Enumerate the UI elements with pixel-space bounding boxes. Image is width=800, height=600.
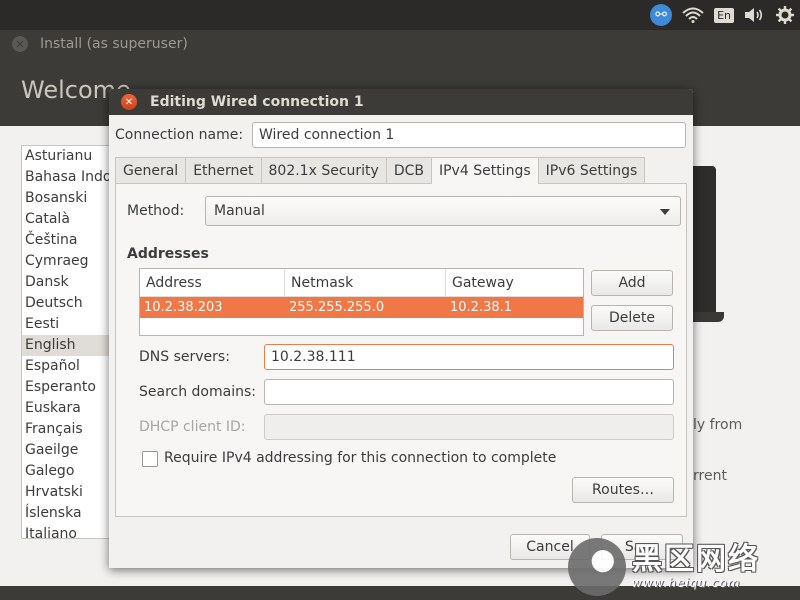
background-text-2: rrent — [693, 468, 727, 484]
volume-icon — [745, 8, 763, 22]
keyboard-layout-label: En — [714, 7, 734, 23]
language-item[interactable]: Dansk — [22, 272, 110, 293]
connection-name-input[interactable] — [252, 122, 686, 148]
search-domains-input[interactable] — [264, 379, 674, 405]
language-item[interactable]: Esperanto — [22, 377, 110, 398]
row-netmask[interactable]: 255.255.255.0 — [285, 297, 446, 318]
language-item[interactable]: English — [22, 335, 110, 356]
dhcp-client-id-input[interactable] — [264, 414, 674, 440]
tab-802-1x-security[interactable]: 802.1x Security — [260, 157, 387, 183]
accessibility-indicator[interactable]: ⚯ — [650, 0, 673, 30]
dhcp-client-id-label: DHCP client ID: — [139, 419, 246, 435]
watermark-text: 黑区网络 www.heiqu.com — [632, 542, 760, 591]
language-item[interactable]: Català — [22, 209, 110, 230]
edit-connection-dialog: ✕ Editing Wired connection 1 Connection … — [109, 89, 693, 568]
watermark-logo — [568, 538, 626, 596]
close-icon[interactable]: ✕ — [121, 94, 137, 110]
background-text-1: ly from — [693, 417, 743, 433]
language-item[interactable]: Cymraeg — [22, 251, 110, 272]
language-item[interactable]: Asturianu — [22, 146, 110, 167]
method-label: Method: — [127, 203, 185, 219]
addresses-table[interactable]: Address Netmask Gateway 10.2.38.203 255.… — [139, 268, 584, 336]
language-item[interactable]: Deutsch — [22, 293, 110, 314]
language-item[interactable]: Español — [22, 356, 110, 377]
system-menu-indicator[interactable] — [776, 0, 794, 30]
watermark-url: www.heiqu.com — [632, 576, 741, 590]
column-header-gateway[interactable]: Gateway — [446, 269, 583, 297]
table-row[interactable]: 10.2.38.203 255.255.255.0 10.2.38.1 — [140, 297, 583, 318]
tab-general[interactable]: General — [115, 157, 187, 183]
addresses-heading: Addresses — [127, 246, 209, 262]
laptop-illustration — [690, 166, 716, 316]
dialog-titlebar: ✕ Editing Wired connection 1 — [109, 89, 693, 115]
routes-button[interactable]: Routes… — [572, 477, 674, 503]
installer-titlebar: ✕ Install (as superuser) — [0, 30, 800, 58]
language-item[interactable]: Euskara — [22, 398, 110, 419]
top-panel: ⚯ En — [0, 0, 800, 30]
language-item[interactable]: Hrvatski — [22, 482, 110, 503]
dialog-title: Editing Wired connection 1 — [150, 94, 364, 110]
watermark: 黑区网络 www.heiqu.com — [568, 534, 800, 600]
row-address[interactable]: 10.2.38.203 — [140, 297, 285, 318]
search-domains-label: Search domains: — [139, 384, 256, 400]
method-dropdown[interactable]: Manual — [205, 196, 681, 226]
language-item[interactable]: Bahasa Indo — [22, 167, 110, 188]
ipv4-settings-panel: Method: Manual Addresses Address Netmask… — [115, 183, 687, 517]
language-item[interactable]: Français — [22, 419, 110, 440]
method-value: Manual — [214, 203, 265, 219]
tab-bar: General Ethernet 802.1x Security DCB IPv4 Se… — [115, 157, 646, 184]
wifi-icon — [682, 7, 704, 23]
tab-dcb[interactable]: DCB — [385, 157, 432, 183]
tab-ipv4-settings[interactable]: IPv4 Settings — [430, 157, 539, 184]
language-item[interactable]: Čeština — [22, 230, 110, 251]
language-item[interactable]: Gaeilge — [22, 440, 110, 461]
volume-indicator[interactable] — [744, 0, 766, 30]
require-ipv4-label[interactable]: Require IPv4 addressing for this connect… — [164, 450, 556, 466]
keyboard-layout-indicator[interactable]: En — [714, 0, 734, 30]
language-item[interactable]: Bosanski — [22, 188, 110, 209]
language-list[interactable]: Asturianu Bahasa Indo Bosanski Català Češtin… — [21, 145, 111, 539]
gear-icon — [776, 6, 794, 24]
dns-servers-label: DNS servers: — [139, 349, 230, 365]
installer-title: Install (as superuser) — [40, 36, 188, 52]
require-ipv4-checkbox[interactable] — [142, 451, 158, 467]
dns-servers-input[interactable] — [264, 344, 674, 370]
delete-button[interactable]: Delete — [591, 305, 673, 331]
chevron-down-icon — [660, 209, 670, 215]
watermark-chinese: 黑区网络 — [632, 542, 760, 577]
tab-ethernet[interactable]: Ethernet — [185, 157, 262, 183]
language-item[interactable]: Íslenska — [22, 503, 110, 524]
connection-name-label: Connection name: — [115, 127, 244, 143]
installer-close-icon[interactable]: ✕ — [12, 36, 28, 52]
add-button[interactable]: Add — [591, 270, 673, 296]
language-item[interactable]: Italiano — [22, 524, 110, 538]
tab-ipv6-settings[interactable]: IPv6 Settings — [537, 157, 646, 183]
column-header-address[interactable]: Address — [140, 269, 285, 297]
wifi-indicator[interactable] — [682, 0, 704, 30]
accessibility-icon: ⚯ — [650, 4, 673, 26]
addresses-table-header: Address Netmask Gateway — [140, 269, 583, 297]
language-item[interactable]: Galego — [22, 461, 110, 482]
language-item[interactable]: Eesti — [22, 314, 110, 335]
column-header-netmask[interactable]: Netmask — [285, 269, 446, 297]
row-gateway[interactable]: 10.2.38.1 — [446, 297, 583, 318]
laptop-base — [690, 312, 724, 322]
